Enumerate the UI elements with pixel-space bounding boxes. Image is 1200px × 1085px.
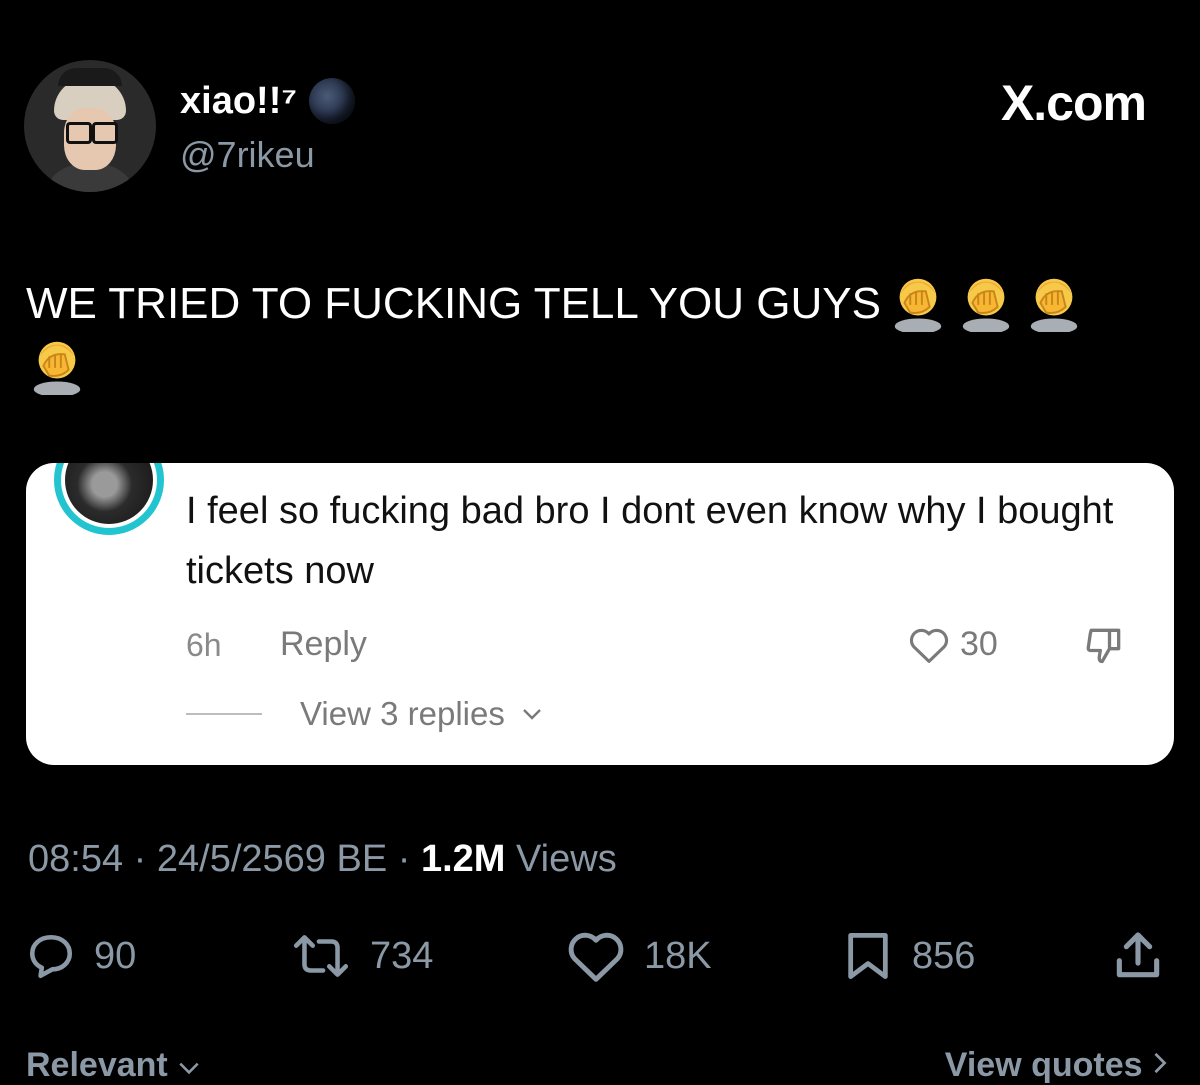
tweet-text: WE TRIED TO FUCKING TELL YOU GUYS — [26, 270, 1176, 396]
repost-icon — [293, 935, 349, 977]
sort-dropdown[interactable]: Relevant — [26, 1046, 201, 1085]
view-replies-label: View 3 replies — [300, 695, 505, 732]
divider — [186, 713, 262, 715]
view-replies-button[interactable]: View 3 replies — [186, 695, 543, 733]
author-handle[interactable]: @7rikeu — [180, 134, 315, 176]
facepalm-emoji-icon — [1030, 278, 1078, 332]
comment-meta-row: 6h Reply 30 — [186, 623, 1146, 667]
like-count: 18K — [644, 934, 712, 977]
author-display-name[interactable]: xiao!!⁷ — [180, 80, 297, 123]
views-count: 1.2M — [420, 838, 506, 880]
chevron-down-icon — [179, 1062, 199, 1075]
views-label: Views — [516, 838, 617, 880]
repost-button[interactable]: 734 — [290, 926, 433, 986]
view-quotes-link[interactable]: View quotes — [945, 1046, 1168, 1085]
heart-outline-icon — [909, 628, 949, 663]
repost-count: 734 — [370, 934, 434, 977]
dislike-icon[interactable] — [1082, 623, 1126, 667]
post-time: 08:54 — [28, 838, 124, 880]
embedded-comment-card[interactable]: I feel so fucking bad bro I dont even kn… — [26, 463, 1174, 765]
tweet-timestamp[interactable]: 08:54 · 24/5/2569 BE · 1.2M Views — [28, 838, 617, 881]
post-date: 24/5/2569 BE — [156, 838, 388, 880]
brand-watermark: X.com — [1000, 75, 1147, 131]
like-button[interactable]: 18K — [566, 926, 712, 986]
commenter-avatar — [54, 463, 164, 535]
comment-like-button[interactable]: 30 — [908, 625, 998, 664]
sort-label: Relevant — [26, 1046, 168, 1084]
facepalm-emoji-icon — [894, 278, 942, 332]
comment-text: I feel so fucking bad bro I dont even kn… — [186, 490, 1114, 592]
comment-time: 6h — [186, 627, 222, 663]
view-quotes-label: View quotes — [944, 1046, 1143, 1084]
heart-icon — [568, 932, 624, 982]
share-button[interactable] — [1110, 926, 1166, 986]
comment-like-count: 30 — [960, 625, 998, 663]
facepalm-emoji-icon — [962, 278, 1010, 332]
share-icon — [1116, 932, 1160, 978]
bookmark-count: 856 — [912, 934, 976, 977]
reply-count: 90 — [94, 934, 137, 977]
bookmark-button[interactable]: 856 — [842, 926, 975, 986]
moon-icon — [309, 78, 356, 124]
chevron-right-icon — [1154, 1052, 1167, 1074]
reply-button[interactable]: 90 — [26, 926, 136, 986]
bookmark-icon — [848, 933, 888, 979]
facepalm-emoji-icon — [33, 341, 81, 395]
author-avatar[interactable] — [24, 60, 156, 192]
tweet-text-content: WE TRIED TO FUCKING TELL YOU GUYS — [26, 279, 881, 328]
chevron-down-icon — [522, 709, 541, 720]
comment-reply-button[interactable]: Reply — [280, 625, 367, 664]
reply-bubble-icon — [29, 934, 73, 979]
author-display-name-row[interactable]: xiao!!⁷ — [180, 78, 356, 124]
